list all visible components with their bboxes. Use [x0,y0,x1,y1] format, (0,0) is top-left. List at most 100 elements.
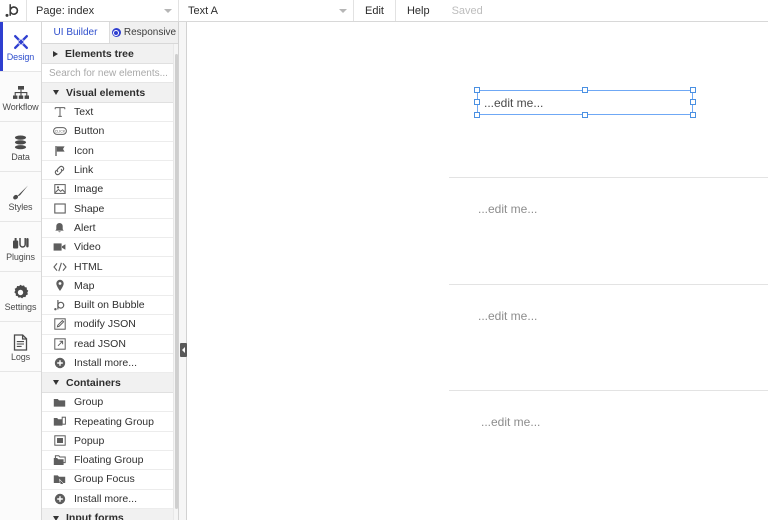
triangle-down-icon [53,515,59,520]
resize-handle-e[interactable] [690,99,696,105]
tab-ui-builder-label: UI Builder [53,27,98,38]
element-item-text[interactable]: Text [42,103,178,123]
element-item-built-on-bubble[interactable]: Built on Bubble [42,295,178,316]
section-header-label: Containers [66,376,121,389]
map-pin-icon [52,279,67,292]
bubble-logo-icon [52,299,67,312]
canvas-divider-line [449,390,768,391]
element-item-map[interactable]: Map [42,276,178,296]
sidebar-item-workflow[interactable]: Workflow [0,72,41,122]
resize-handle-nw[interactable] [474,87,480,93]
shape-icon [52,202,67,215]
panel-canvas-divider[interactable] [179,22,187,520]
element-item-image[interactable]: Image [42,180,178,200]
external-link-box-icon [52,337,67,350]
page-selector[interactable]: Page: index [26,0,178,21]
element-item-group[interactable]: Group [42,393,178,413]
element-item-group-focus[interactable]: Group Focus [42,470,178,490]
element-item-shape[interactable]: Shape [42,199,178,219]
element-item-label: Video [74,241,101,254]
sidebar-item-label: Data [11,152,30,162]
panel-scrollbar-thumb[interactable] [175,54,178,509]
section-header-label: Visual elements [66,86,146,99]
sidebar-item-settings[interactable]: Settings [0,272,41,322]
element-item-install-more-visual[interactable]: Install more... [42,353,178,374]
folder-float-icon [52,454,67,467]
sidebar-item-label: Settings [4,302,37,312]
elements-tree-label: Elements tree [65,47,134,60]
folder-focus-icon [52,473,67,486]
data-icon [12,131,29,151]
canvas-divider-line [449,284,768,285]
sidebar-item-label: Workflow [2,102,39,112]
element-item-html[interactable]: HTML [42,257,178,277]
element-item-icon[interactable]: Icon [42,141,178,161]
element-item-button[interactable]: CLICK Button [42,122,178,142]
element-item-read-json[interactable]: read JSON [42,334,178,354]
logs-icon [13,331,28,351]
edit-menu-button[interactable]: Edit [353,0,395,21]
element-item-popup[interactable]: Popup [42,431,178,452]
element-item-label: Popup [74,434,105,447]
svg-text:CLICK: CLICK [54,130,65,134]
element-item-modify-json[interactable]: modify JSON [42,315,178,335]
canvas-divider-line [449,177,768,178]
resize-handle-w[interactable] [474,99,480,105]
element-item-label: Link [74,164,94,177]
element-item-label: Group [74,396,104,409]
element-item-floating-group[interactable]: Floating Group [42,451,178,471]
triangle-down-icon [53,90,59,95]
sidebar-item-logs[interactable]: Logs [0,322,41,372]
chevron-down-icon [339,8,347,13]
resize-handle-n[interactable] [582,87,588,93]
search-input[interactable] [49,67,178,79]
element-item-install-more-containers[interactable]: Install more... [42,489,178,509]
save-status: Saved [451,4,483,17]
element-item-link[interactable]: Link [42,160,178,181]
bubble-logo-icon[interactable] [0,0,26,21]
resize-handle-ne[interactable] [690,87,696,93]
sidebar-item-plugins[interactable]: Plugins [0,222,41,272]
section-header-input-forms[interactable]: Input forms [42,508,178,520]
sidebar-item-label: Styles [8,202,33,212]
section-header-containers[interactable]: Containers [42,373,178,394]
element-item-alert[interactable]: Alert [42,218,178,239]
elements-tree-header[interactable]: Elements tree [42,44,178,64]
panel-scrollbar[interactable] [173,44,178,520]
canvas-text-element-d[interactable]: ...edit me... [481,415,540,429]
tab-responsive[interactable]: Responsive [110,22,178,43]
canvas-text-element-b[interactable]: ...edit me... [478,202,537,216]
video-icon [52,241,67,254]
help-menu-button[interactable]: Help [394,0,441,21]
folder-icon [52,396,67,409]
element-item-repeating-group[interactable]: Repeating Group [42,412,178,432]
sidebar-item-data[interactable]: Data [0,122,41,172]
tab-ui-builder[interactable]: UI Builder [42,22,110,43]
settings-icon [12,281,29,301]
plus-circle-icon [52,492,67,505]
page-canvas[interactable]: ...edit me... ...edit me... ...edit me..… [187,22,768,520]
sidebar-item-design[interactable]: Design [0,22,41,72]
top-toolbar: Page: index Text A Edit Help Saved [0,0,768,22]
elements-panel: UI Builder Responsive Elements tree Visu… [42,22,179,520]
element-item-label: Image [74,183,104,196]
search-elements-row[interactable] [42,64,178,83]
collapse-left-icon[interactable] [180,343,187,357]
code-icon [52,260,67,273]
page-selector-label: Page: index [36,4,95,17]
element-selector[interactable]: Text A [178,0,353,21]
resize-handle-sw[interactable] [474,112,480,118]
primary-nav-rail: Design Workflow Data Styles Plugins Sett… [0,22,42,520]
sidebar-item-label: Plugins [6,252,35,262]
resize-handle-se[interactable] [690,112,696,118]
triangle-down-icon [53,380,59,386]
plugins-icon [12,231,30,251]
element-item-video[interactable]: Video [42,238,178,258]
element-item-label: Install more... [74,492,138,505]
section-header-visual-elements[interactable]: Visual elements [42,83,178,103]
design-icon [12,31,30,51]
sidebar-item-styles[interactable]: Styles [0,172,41,222]
resize-handle-s[interactable] [582,112,588,118]
panel-tab-bar: UI Builder Responsive [42,22,178,44]
canvas-text-element-c[interactable]: ...edit me... [478,309,537,323]
